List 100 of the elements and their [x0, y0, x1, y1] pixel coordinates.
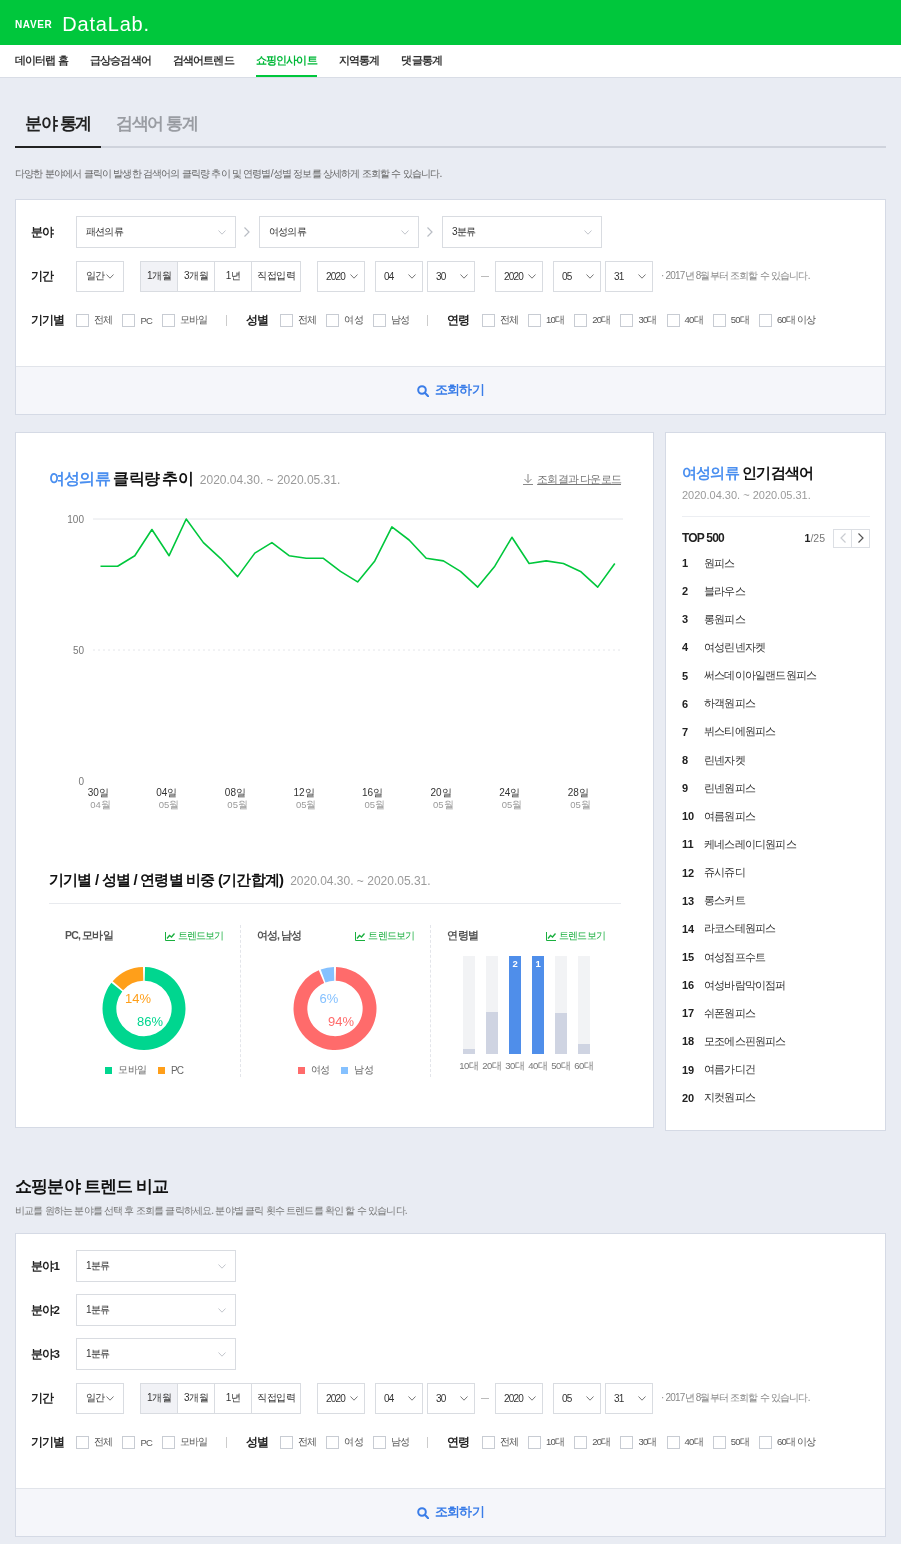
checkbox[interactable] [574, 313, 588, 327]
nav-link[interactable]: 급상승검색어 [89, 45, 151, 77]
checkbox[interactable] [372, 1435, 386, 1449]
category-dropdown[interactable]: 패션의류 [76, 216, 236, 248]
checkbox[interactable] [122, 313, 136, 327]
keyword[interactable]: 라코스테원피스 [704, 921, 776, 937]
checkbox-label[interactable]: 50대 [730, 313, 749, 327]
period-unit-dropdown[interactable]: 일간 [76, 260, 124, 292]
checkbox[interactable] [620, 1435, 634, 1449]
checkbox[interactable] [162, 1435, 175, 1449]
checkbox[interactable] [666, 1435, 680, 1449]
category-dropdown[interactable]: 1분류 [76, 1294, 236, 1326]
category-dropdown[interactable]: 1분류 [76, 1250, 236, 1282]
keyword[interactable]: 롱원피스 [704, 611, 745, 627]
checkbox-label[interactable]: 전체 [499, 313, 519, 327]
checkbox[interactable] [758, 1435, 772, 1449]
checkbox-label[interactable]: 여성 [344, 313, 363, 327]
tab[interactable]: 분야 통계 [15, 100, 101, 148]
checkbox-label[interactable]: 30대 [638, 1435, 657, 1449]
checkbox[interactable] [76, 313, 89, 327]
checkbox-label[interactable]: 모바일 [180, 1435, 208, 1449]
checkbox-label[interactable]: 10대 [546, 313, 565, 327]
checkbox[interactable] [76, 1435, 89, 1449]
keyword[interactable]: 여름원피스 [704, 808, 755, 824]
range-button[interactable]: 1년 [214, 1382, 252, 1414]
checkbox[interactable] [372, 313, 386, 327]
keyword[interactable]: 여성린넨자켓 [704, 640, 766, 655]
checkbox[interactable] [528, 313, 542, 327]
checkbox[interactable] [758, 313, 772, 327]
range-button[interactable]: 직접입력 [251, 1382, 301, 1414]
keyword[interactable]: 쥬시쥬디 [704, 865, 745, 881]
range-button[interactable]: 3개월 [177, 260, 215, 292]
checkbox-label[interactable]: 여성 [344, 1435, 363, 1449]
checkbox[interactable] [481, 313, 495, 327]
nav-link[interactable]: 지역통계 [338, 45, 380, 77]
nav-link[interactable]: 댓글통계 [401, 45, 443, 77]
keyword[interactable]: 모조에스핀원피스 [704, 1033, 786, 1049]
checkbox[interactable] [162, 313, 175, 327]
range-button[interactable]: 1년 [214, 260, 252, 292]
checkbox-label[interactable]: PC [140, 314, 152, 326]
category-dropdown[interactable]: 3분류 [442, 216, 602, 248]
checkbox-label[interactable]: 40대 [684, 1435, 703, 1449]
keyword[interactable]: 여성점프수트 [704, 949, 766, 965]
category-dropdown[interactable]: 여성의류 [259, 216, 419, 248]
date-dropdown[interactable]: 04 [375, 260, 423, 292]
date-dropdown[interactable]: 2020 [495, 1382, 543, 1414]
search-button[interactable]: 조회하기 [16, 366, 885, 414]
nav-link[interactable]: 데이터랩 홈 [15, 45, 68, 77]
period-unit-dropdown[interactable]: 일간 [76, 1382, 124, 1414]
checkbox[interactable] [528, 1435, 542, 1449]
keyword[interactable]: 하객원피스 [704, 696, 755, 712]
date-dropdown[interactable]: 30 [427, 260, 475, 292]
next-page-button[interactable] [851, 528, 870, 548]
search-button[interactable]: 조회하기 [16, 1488, 885, 1536]
category-dropdown[interactable]: 1분류 [76, 1338, 236, 1370]
checkbox-label[interactable]: 40대 [684, 313, 703, 327]
checkbox-label[interactable]: 전체 [94, 1435, 113, 1449]
date-dropdown[interactable]: 04 [375, 1382, 423, 1414]
keyword[interactable]: 케네스레이디원피스 [704, 836, 796, 852]
keyword[interactable]: 지컷원피스 [704, 1090, 755, 1106]
keyword[interactable]: 써스데이아일랜드원피스 [704, 668, 817, 684]
checkbox[interactable] [122, 1435, 136, 1449]
date-dropdown[interactable]: 31 [605, 1382, 653, 1414]
checkbox-label[interactable]: 모바일 [180, 313, 208, 327]
date-dropdown[interactable]: 2020 [317, 1382, 365, 1414]
checkbox-label[interactable]: 60대 이상 [776, 1435, 816, 1449]
checkbox-label[interactable]: 60대 이상 [776, 313, 816, 327]
date-dropdown[interactable]: 31 [605, 260, 653, 292]
keyword[interactable]: 원피스 [704, 555, 735, 571]
keyword[interactable]: 여성바람막이점퍼 [704, 977, 786, 993]
nav-link[interactable]: 검색어트렌드 [172, 45, 234, 77]
checkbox-label[interactable]: 50대 [730, 1435, 749, 1449]
range-button[interactable]: 3개월 [177, 1382, 215, 1414]
keyword[interactable]: 린넨자켓 [704, 752, 745, 768]
range-button[interactable]: 직접입력 [251, 260, 301, 292]
keyword[interactable]: 쉬폰원피스 [704, 1005, 755, 1021]
range-button[interactable]: 1개월 [140, 260, 178, 292]
checkbox[interactable] [574, 1435, 588, 1449]
date-dropdown[interactable]: 2020 [317, 260, 365, 292]
checkbox[interactable] [280, 1435, 294, 1449]
checkbox-label[interactable]: PC [140, 1436, 152, 1448]
checkbox[interactable] [481, 1435, 495, 1449]
keyword[interactable]: 롱스커트 [704, 893, 745, 909]
checkbox-label[interactable]: 전체 [94, 313, 113, 327]
checkbox-label[interactable]: 10대 [546, 1435, 565, 1449]
checkbox-label[interactable]: 남성 [390, 313, 410, 327]
keyword[interactable]: 블라우스 [704, 583, 745, 599]
date-dropdown[interactable]: 05 [553, 260, 601, 292]
checkbox-label[interactable]: 20대 [592, 313, 611, 327]
keyword[interactable]: 여름가디건 [704, 1062, 755, 1078]
checkbox-label[interactable]: 전체 [298, 313, 317, 327]
checkbox-label[interactable]: 30대 [638, 313, 657, 327]
checkbox-label[interactable]: 20대 [592, 1435, 611, 1449]
range-button[interactable]: 1개월 [140, 1382, 178, 1414]
checkbox-label[interactable]: 전체 [298, 1435, 317, 1449]
checkbox-label[interactable]: 남성 [390, 1435, 410, 1449]
checkbox[interactable] [620, 313, 634, 327]
download-link[interactable]: 조회결과 다운로드 [523, 471, 621, 487]
checkbox[interactable] [712, 313, 726, 327]
date-dropdown[interactable]: 2020 [495, 260, 543, 292]
